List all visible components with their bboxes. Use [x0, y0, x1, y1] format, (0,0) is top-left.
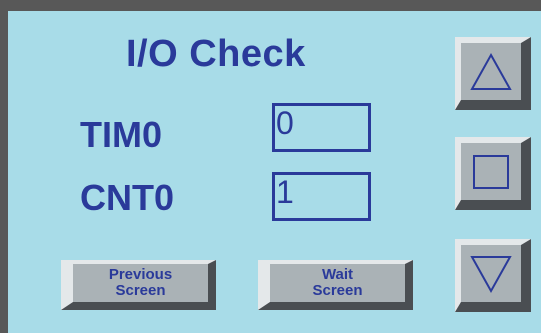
- triangle-up-icon: [470, 52, 512, 90]
- scroll-down-button[interactable]: [455, 239, 531, 312]
- hmi-panel: I/O Check TIM0 0 CNT0 1 Previous Screen …: [0, 0, 541, 333]
- wait-screen-button[interactable]: Wait Screen: [258, 260, 413, 310]
- wait-screen-label-line2: Screen: [312, 282, 363, 299]
- wait-screen-label: Wait Screen: [288, 267, 388, 299]
- square-icon: [473, 154, 509, 189]
- cnt0-label: CNT0: [80, 177, 175, 218]
- wait-screen-label-line1: Wait: [321, 266, 354, 283]
- previous-screen-label-line1: Previous: [108, 266, 173, 283]
- previous-screen-button[interactable]: Previous Screen: [61, 260, 216, 310]
- previous-screen-label-line2: Screen: [115, 282, 166, 299]
- triangle-down-icon: [470, 255, 512, 293]
- tim0-label: TIM0: [80, 114, 163, 155]
- previous-screen-label: Previous Screen: [91, 267, 191, 299]
- cnt0-value-field: 1: [272, 172, 371, 221]
- center-square-button[interactable]: [455, 137, 531, 210]
- tim0-value-field: 0: [272, 103, 371, 152]
- scroll-up-button[interactable]: [455, 37, 531, 110]
- screen-title: I/O Check: [126, 33, 306, 75]
